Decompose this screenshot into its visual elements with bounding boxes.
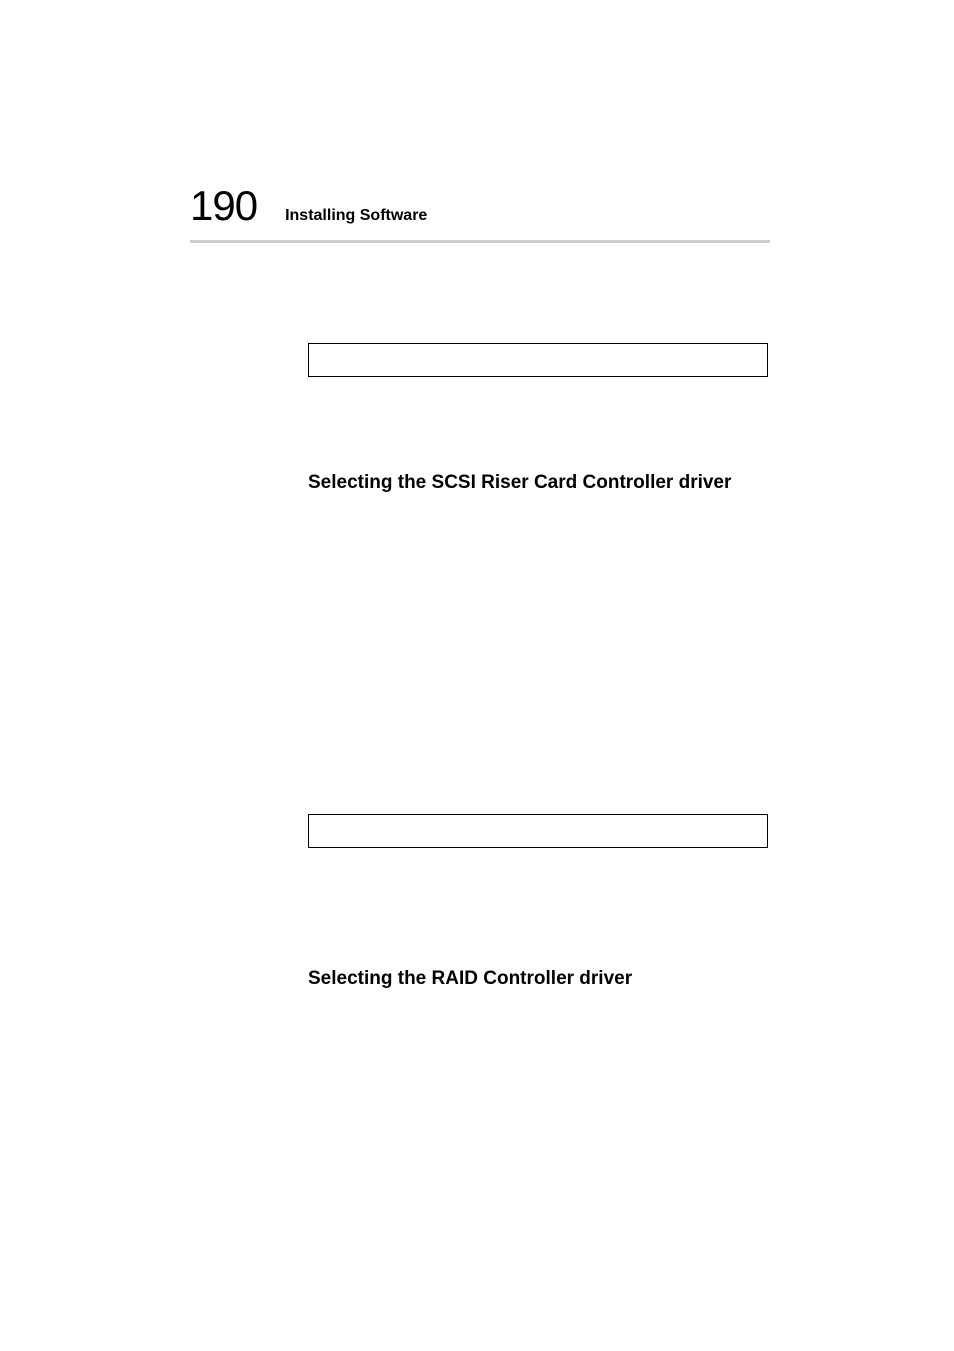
section-heading-scsi: Selecting the SCSI Riser Card Controller… (308, 472, 768, 494)
page-number: 190 (190, 182, 257, 230)
chapter-title: Installing Software (285, 207, 427, 225)
section-heading-raid: Selecting the RAID Controller driver (308, 968, 768, 990)
empty-box-1 (308, 343, 768, 377)
page-content: 190 Installing Software Selecting the SC… (0, 0, 954, 990)
page-header: 190 Installing Software (190, 182, 809, 230)
body-content: Selecting the SCSI Riser Card Controller… (308, 343, 768, 990)
empty-box-2 (308, 814, 768, 848)
header-divider (190, 240, 770, 243)
